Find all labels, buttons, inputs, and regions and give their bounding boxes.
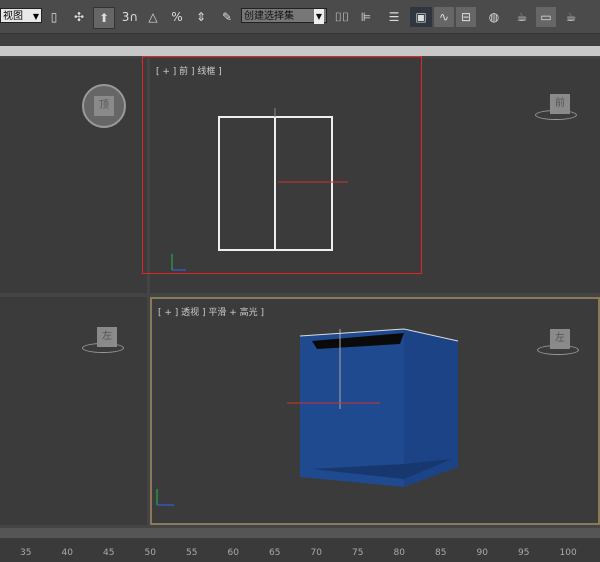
timeline-tick: 55 bbox=[186, 548, 198, 558]
edit-named-selection-icon[interactable]: ✎ bbox=[218, 7, 236, 27]
timeline-tick: 35 bbox=[20, 548, 32, 558]
layer-manager-icon[interactable]: ☰ bbox=[384, 7, 404, 27]
command-bar bbox=[0, 46, 600, 56]
chevron-down-icon: ▼ bbox=[313, 9, 324, 24]
view-dropdown[interactable]: 视图 ▼ bbox=[0, 8, 42, 23]
time-slider[interactable] bbox=[0, 528, 600, 538]
timeline-tick: 60 bbox=[227, 548, 239, 558]
mirror-icon[interactable]: ⌷⌷ bbox=[332, 7, 352, 27]
move-icon[interactable]: ✣ bbox=[70, 7, 88, 27]
snap-3d-icon[interactable]: 3∩ bbox=[120, 7, 140, 27]
spinner-snap-icon[interactable]: ⇕ bbox=[191, 7, 211, 27]
timeline-tick: 80 bbox=[393, 548, 405, 558]
select-link-icon[interactable]: ▯ bbox=[46, 7, 62, 27]
chevron-down-icon: ▼ bbox=[32, 12, 39, 21]
timeline-tick: 50 bbox=[144, 548, 156, 558]
viewcube[interactable]: 左 bbox=[97, 327, 117, 347]
view-dropdown-value: 视图 bbox=[3, 11, 23, 22]
selection-set-dropdown[interactable]: 创建选择集 ▼ bbox=[241, 8, 327, 24]
curve-editor-icon[interactable]: ∿ bbox=[434, 7, 454, 27]
selection-set-value: 创建选择集 bbox=[244, 11, 294, 22]
timeline-tick: 75 bbox=[352, 548, 364, 558]
timeline-tick: 95 bbox=[518, 548, 530, 558]
align-icon[interactable]: ⊫ bbox=[356, 7, 376, 27]
selection-highlight-box bbox=[142, 56, 422, 274]
schematic-view-icon[interactable]: ⊟ bbox=[456, 7, 476, 27]
timeline-tick: 100 bbox=[559, 548, 577, 558]
viewcube-ring[interactable]: 顶 bbox=[82, 84, 126, 128]
percent-snap-icon[interactable]: % bbox=[167, 7, 187, 27]
timeline-tick: 45 bbox=[103, 548, 115, 558]
angle-snap-icon[interactable]: △ bbox=[143, 7, 163, 27]
timeline-track[interactable] bbox=[0, 538, 600, 562]
timeline-tick: 70 bbox=[310, 548, 322, 558]
pivot-icon[interactable]: ⬆ bbox=[93, 7, 115, 29]
render-setup-icon[interactable]: ☕ bbox=[512, 7, 532, 27]
viewport-top[interactable]: 顶 bbox=[0, 58, 147, 293]
ribbon-strip bbox=[0, 34, 600, 46]
timeline-tick: 65 bbox=[269, 548, 281, 558]
rendered-frame-icon[interactable]: ▭ bbox=[536, 7, 556, 27]
render-icon[interactable]: ☕ bbox=[561, 7, 581, 27]
main-toolbar: 视图 ▼ ▯ ✣ ⬆ 3∩ △ % ⇕ ✎ 创建选择集 ▼ ⌷⌷ ⊫ ☰ ▣ ∿ ⊟… bbox=[0, 0, 600, 34]
timeline-tick: 85 bbox=[435, 548, 447, 558]
perspective-box bbox=[156, 328, 459, 506]
scene-explorer-icon[interactable]: ▣ bbox=[410, 7, 432, 27]
timeline-tick: 90 bbox=[476, 548, 488, 558]
viewcube[interactable]: 顶 bbox=[94, 96, 114, 116]
material-editor-icon[interactable]: ◍ bbox=[484, 7, 504, 27]
viewport-left[interactable]: 左 bbox=[0, 297, 147, 525]
viewport-perspective[interactable]: [ + ] 透视 ] 平滑 + 高光 ] 左 bbox=[150, 297, 600, 525]
timeline-tick: 40 bbox=[61, 548, 73, 558]
